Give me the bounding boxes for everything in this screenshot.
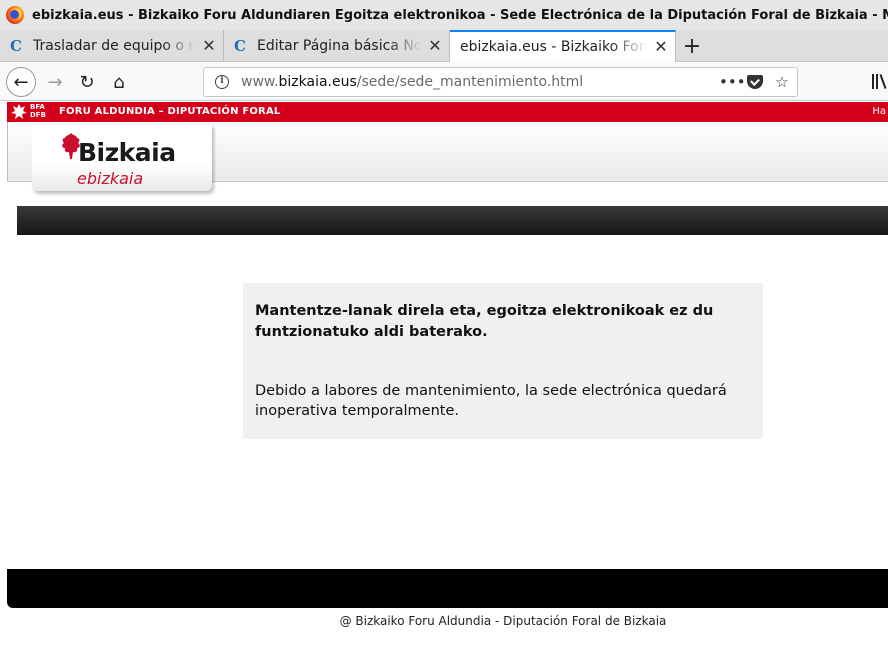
c-favicon-icon: C <box>234 37 246 55</box>
logo-wordmark: Bizkaia <box>78 138 176 167</box>
page-actions-icon[interactable]: ••• <box>719 73 746 91</box>
tab-label: Trasladar de equipo o re <box>33 38 195 54</box>
c-favicon-icon: C <box>10 37 22 55</box>
url-path: /sede/sede_mantenimiento.html <box>356 74 584 90</box>
maintenance-message-spanish: Debido a labores de mantenimiento, la se… <box>255 383 727 419</box>
navigation-toolbar: ← → ↻ ⌂ i www.bizkaia.eus/sede/sede_mant… <box>0 63 888 101</box>
pocket-icon[interactable] <box>747 75 763 89</box>
maintenance-message-basque: Mantentze-lanak direla eta, egoitza elek… <box>255 303 714 340</box>
top-right-link[interactable]: Ha <box>872 106 886 117</box>
url-domain: bizkaia.eus <box>278 74 357 90</box>
forward-button[interactable]: → <box>40 67 70 97</box>
footer-copyright: @ Bizkaiko Foru Aldundia - Diputación Fo… <box>339 614 667 628</box>
reload-button[interactable]: ↻ <box>72 67 102 97</box>
tab-trasladar[interactable]: C Trasladar de equipo o re ✕ <box>0 30 224 62</box>
footer-bar <box>7 569 888 608</box>
maintenance-message-box: Mantentze-lanak direla eta, egoitza elek… <box>243 283 763 439</box>
close-icon[interactable]: ✕ <box>427 38 443 54</box>
tab-label: ebizkaia.eus - Bizkaiko Foru <box>460 39 647 55</box>
top-red-bar: BFA DFB FORU ALDUNDIA – DIPUTACIÓN FORAL … <box>7 102 888 122</box>
home-button[interactable]: ⌂ <box>104 67 134 97</box>
firefox-logo-icon <box>6 6 24 24</box>
tab-ebizkaia-active[interactable]: ebizkaia.eus - Bizkaiko Foru ✕ <box>450 30 676 62</box>
window-title: ebizkaia.eus - Bizkaiko Foru Aldundiaren… <box>32 7 888 23</box>
url-prefix: www. <box>241 74 279 90</box>
close-icon[interactable]: ✕ <box>653 39 669 55</box>
tab-strip: C Trasladar de equipo o re ✕ C Editar Pá… <box>0 30 888 62</box>
bookmark-star-icon[interactable]: ☆ <box>773 73 791 91</box>
logo-subtitle: ebizkaia <box>77 169 144 188</box>
url-actions: ••• ☆ <box>719 73 791 91</box>
bfa-label: BFA DFB <box>30 103 46 119</box>
institution-title: FORU ALDUNDIA – DIPUTACIÓN FORAL <box>59 106 281 117</box>
web-page: BFA DFB FORU ALDUNDIA – DIPUTACIÓN FORAL … <box>0 102 888 648</box>
info-icon[interactable]: i <box>215 75 229 89</box>
new-tab-button[interactable]: + <box>676 30 708 62</box>
close-icon[interactable]: ✕ <box>201 38 217 54</box>
window-titlebar: ebizkaia.eus - Bizkaiko Foru Aldundiaren… <box>0 0 888 30</box>
tab-label: Editar Página básica Nov <box>257 38 421 54</box>
tab-editar[interactable]: C Editar Página básica Nov ✕ <box>224 30 450 62</box>
library-icon[interactable] <box>872 74 888 90</box>
back-button[interactable]: ← <box>6 67 36 97</box>
url-text[interactable]: www.bizkaia.eus/sede/sede_mantenimiento.… <box>241 74 719 90</box>
url-bar[interactable]: i www.bizkaia.eus/sede/sede_mantenimient… <box>203 67 798 97</box>
dark-navigation-bar <box>17 206 888 235</box>
bfa-emblem-icon <box>11 104 27 119</box>
bizkaia-logo[interactable]: Bizkaia ebizkaia <box>32 124 212 191</box>
